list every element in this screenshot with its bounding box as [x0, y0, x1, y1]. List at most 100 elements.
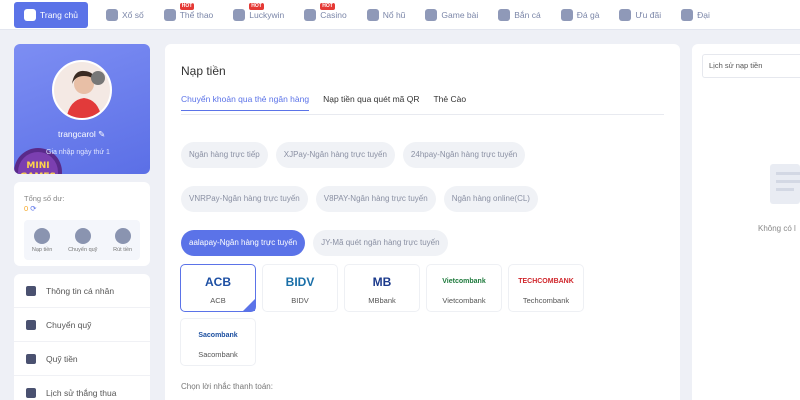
deposit-tabs: Chuyển khoản qua thẻ ngân hàng Nạp tiền q…	[181, 94, 466, 111]
balance-value: 0 ⟳	[24, 204, 37, 213]
avatar[interactable]	[52, 60, 112, 120]
nav-item-7[interactable]: Bắn cá	[488, 0, 550, 29]
bank-logo-icon: MB	[372, 274, 392, 289]
nav-label: Đá gà	[576, 9, 600, 20]
bank-name: Vietcombank	[442, 295, 486, 305]
nav-item-4[interactable]: Casino HOT	[294, 0, 356, 29]
nav-item-3[interactable]: Luckywin HOT	[223, 0, 294, 29]
tab-1[interactable]: Nạp tiền qua quét mã QR	[323, 94, 419, 111]
luckywin-icon	[233, 8, 246, 21]
nav-label: Thể thao	[179, 9, 214, 20]
payment-method-2[interactable]: 24hpay-Ngân hàng trực tuyến	[402, 142, 526, 168]
wallet-panel: Tổng số dư: 0 ⟳ Nạp tiền Chuyển quỹ Rút ti…	[14, 182, 150, 266]
wallet-icon	[26, 319, 36, 330]
nav-item-0[interactable]: Trang chủ	[14, 1, 88, 28]
nav-label: Xổ số	[121, 9, 144, 20]
bank-option-4[interactable]: TECHCOMBANK Techcombank	[509, 265, 583, 311]
transfer-icon	[74, 227, 91, 244]
cards-icon	[425, 8, 438, 21]
payment-method-4[interactable]: V8PAY-Ngân hàng trực tuyến	[315, 186, 436, 212]
hot-badge: HOT	[179, 2, 195, 10]
hot-badge: HOT	[320, 2, 335, 10]
selected-check-icon	[243, 299, 255, 311]
menu-item-0[interactable]: Thông tin cá nhân	[14, 274, 150, 308]
bank-logo-icon: ACB	[205, 274, 231, 289]
menu-item-label: Quỹ tiền	[46, 353, 78, 364]
payment-method-5[interactable]: Ngân hàng online(CL)	[443, 186, 538, 212]
nav-item-1[interactable]: Xổ số	[96, 0, 154, 29]
tab-2[interactable]: Thẻ Cào	[433, 94, 466, 111]
empty-state-text: Không có l	[758, 224, 796, 233]
payment-method-0[interactable]: Ngân hàng trực tiếp	[181, 142, 268, 168]
wallet-action-label: Chuyển quỹ	[68, 246, 98, 253]
payment-method-3[interactable]: VNRPay-Ngân hàng trực tuyến	[181, 186, 308, 212]
deposit-icon	[34, 227, 51, 244]
promo-icon	[619, 8, 632, 21]
bank-option-0[interactable]: ACB ACB	[181, 265, 255, 311]
bank-option-2[interactable]: MB MBbank	[345, 265, 419, 311]
nav-item-8[interactable]: Đá gà	[551, 0, 610, 29]
bank-option-5[interactable]: Sacombank Sacombank	[181, 319, 255, 365]
payment-reminder-label: Chọn lời nhắc thanh toán:	[181, 382, 273, 391]
bank-logo-icon: TECHCOMBANK	[518, 278, 574, 285]
nav-label: Casino	[320, 9, 347, 20]
nav-item-5[interactable]: Nổ hũ	[357, 0, 416, 29]
nav-item-10[interactable]: Đại	[671, 0, 720, 29]
svg-text:GAMES: GAMES	[20, 172, 56, 174]
member-level: Gia nhập ngày thứ 1	[46, 149, 110, 156]
sports-icon	[163, 8, 176, 21]
lottery-icon	[105, 8, 118, 21]
withdraw-icon	[114, 227, 131, 244]
wallet-action-2[interactable]: Rút tiền	[113, 227, 133, 253]
bank-name: BIDV	[291, 295, 309, 305]
nav-label: Trang chủ	[40, 9, 78, 20]
rooster-icon	[560, 8, 573, 21]
fund-icon	[26, 353, 36, 364]
page-title: Nạp tiền	[181, 64, 226, 78]
nav-label: Bắn cá	[514, 9, 541, 20]
bank-logo-icon: BIDV	[285, 274, 315, 289]
tab-0[interactable]: Chuyển khoản qua thẻ ngân hàng	[181, 94, 310, 111]
account-menu: Thông tin cá nhân Chuyển quỹ Quỹ tiền Lịch …	[14, 274, 150, 400]
deposit-panel: Nạp tiền Chuyển khoản qua thẻ ngân hàng N…	[165, 44, 680, 400]
bank-list: ACB ACB BIDV BIDV MB MBbank Vietcombank Vietcom…	[181, 265, 661, 365]
nav-label: Ưu đãi	[635, 9, 662, 20]
nav-label: Luckywin	[249, 9, 285, 20]
user-icon	[26, 285, 36, 296]
nav-item-2[interactable]: Thể thao HOT	[154, 0, 224, 29]
wallet-actions: Nạp tiền Chuyển quỹ Rút tiền	[24, 220, 140, 260]
bank-option-1[interactable]: BIDV BIDV	[263, 265, 337, 311]
username: trangcarol ✎	[58, 129, 106, 139]
bank-name: Sacombank	[198, 349, 238, 359]
wallet-action-1[interactable]: Chuyển quỹ	[68, 227, 98, 253]
refresh-icon[interactable]: ⟳	[30, 204, 36, 213]
menu-item-label: Chuyển quỹ	[46, 319, 92, 330]
hot-badge: HOT	[249, 2, 264, 10]
menu-item-label: Lịch sử thắng thua	[46, 387, 117, 398]
bank-option-3[interactable]: Vietcombank Vietcombank	[427, 265, 501, 311]
menu-item-3[interactable]: Lịch sử thắng thua	[14, 376, 150, 400]
menu-item-2[interactable]: Quỹ tiền	[14, 342, 150, 376]
balance-label: Tổng số dư:	[24, 194, 65, 203]
home-icon	[24, 8, 36, 21]
history-icon	[26, 387, 36, 398]
nav-item-9[interactable]: Ưu đãi	[609, 0, 671, 29]
fish-icon	[498, 8, 511, 21]
bank-name: Techcombank	[522, 295, 570, 305]
bank-logo-icon: Vietcombank	[442, 278, 486, 285]
wallet-action-label: Rút tiền	[113, 246, 133, 253]
nav-label: Nổ hũ	[382, 9, 406, 20]
payment-methods: Ngân hàng trực tiếp XJPay-Ngân hàng trực …	[181, 142, 661, 256]
wallet-action-0[interactable]: Nạp tiền	[32, 227, 52, 253]
payment-method-1[interactable]: XJPay-Ngân hàng trực tuyến	[275, 142, 395, 168]
bank-name: MBbank	[368, 295, 396, 305]
nav-item-6[interactable]: Game bài	[415, 0, 488, 29]
menu-item-label: Thông tin cá nhân	[46, 285, 115, 296]
history-tab[interactable]: Lịch sử nạp tiền	[702, 54, 800, 78]
payment-method-7[interactable]: JY-Mã quét ngân hàng trực tuyến	[313, 230, 448, 256]
payment-method-6[interactable]: aalapay-Ngân hàng trực tuyến	[181, 230, 306, 256]
tabs-divider	[181, 114, 664, 115]
casino-icon	[304, 8, 317, 21]
menu-item-1[interactable]: Chuyển quỹ	[14, 308, 150, 342]
nav-label: Game bài	[441, 9, 479, 20]
